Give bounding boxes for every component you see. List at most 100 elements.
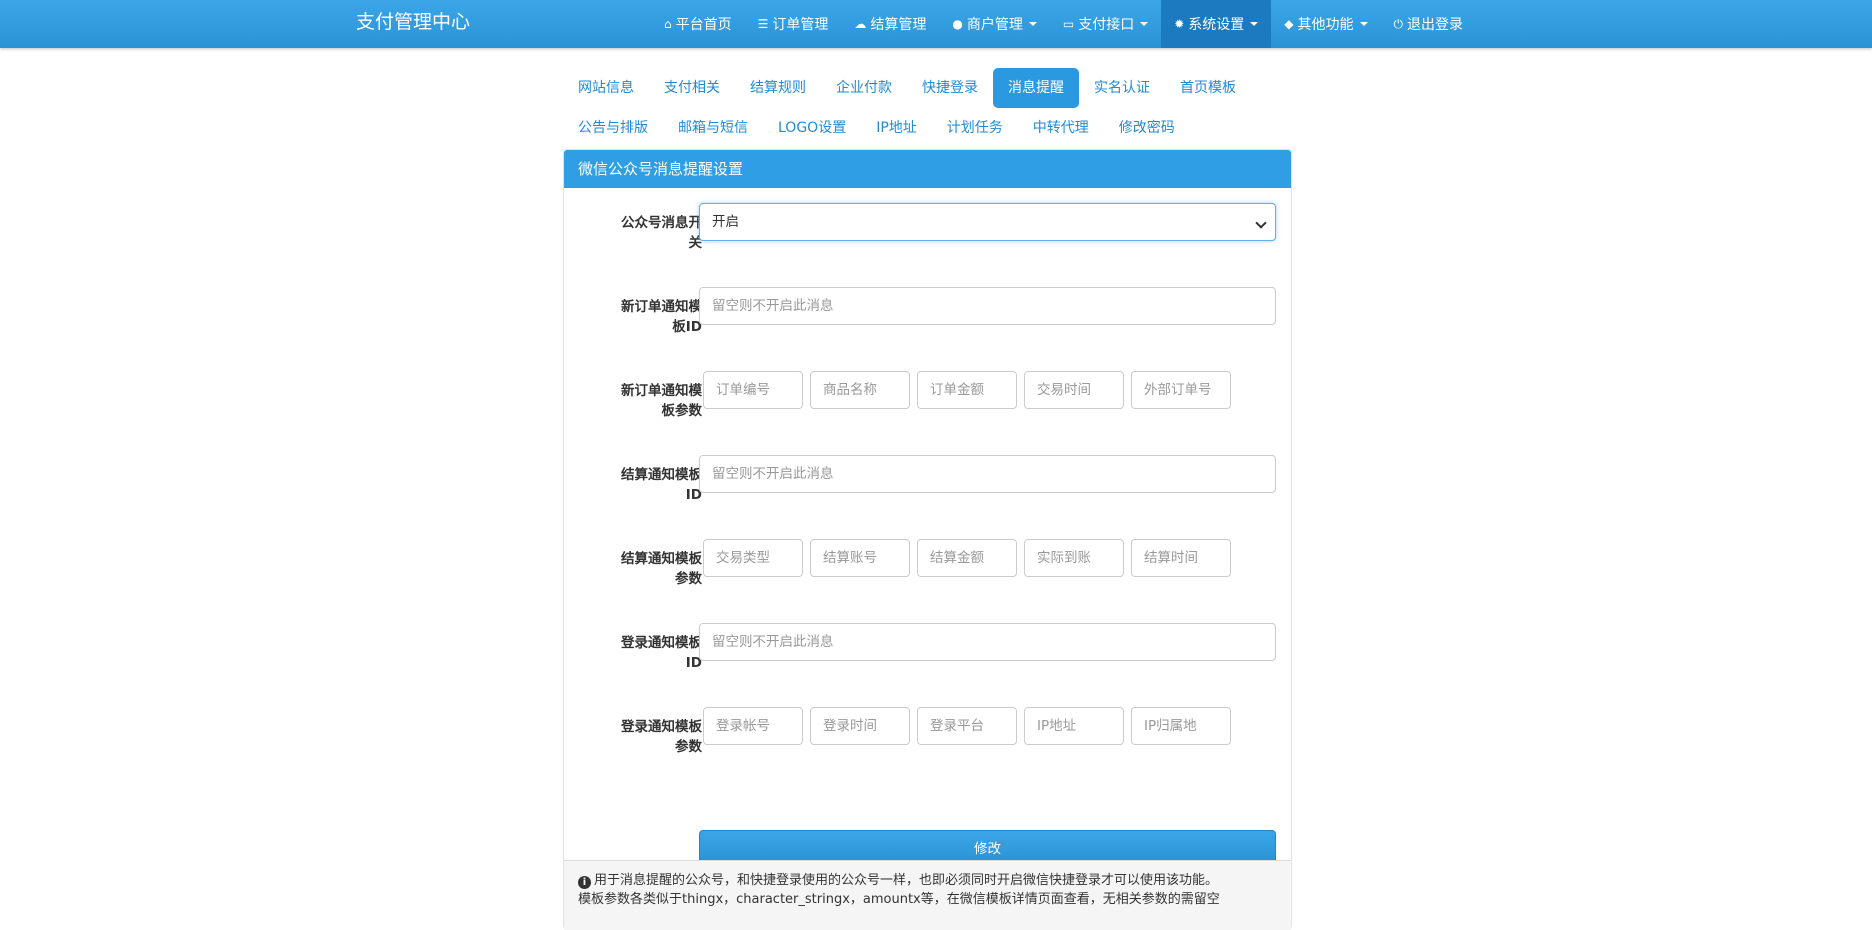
- order-param-input[interactable]: 交易时间: [1024, 371, 1124, 409]
- panel-title: 微信公众号消息提醒设置: [564, 150, 1291, 188]
- tab-payment[interactable]: 支付相关: [649, 68, 735, 108]
- caret-down-icon: [1140, 22, 1149, 26]
- login-tpl-label-line1: 登录通知模板: [621, 635, 702, 651]
- order-tpl-label-line1: 新订单通知模: [621, 299, 702, 315]
- login-param-input[interactable]: IP归属地: [1131, 707, 1231, 745]
- nav-logout[interactable]: ⏻ 退出登录: [1381, 0, 1477, 48]
- home-icon: ⌂: [664, 17, 672, 31]
- nav-payment-api-label: 支付接口: [1078, 17, 1135, 33]
- tab-message-reminder[interactable]: 消息提醒: [993, 68, 1079, 108]
- caret-down-icon: [1359, 22, 1368, 26]
- settle-param-input[interactable]: 结算金额: [917, 539, 1017, 577]
- login-params-label: 登录通知模板 参数: [572, 717, 702, 757]
- gear-icon: ✹: [1174, 17, 1185, 31]
- nav-orders-label: 订单管理: [772, 17, 829, 33]
- nav-logout-label: 退出登录: [1407, 17, 1464, 33]
- tab-email-sms[interactable]: 邮箱与短信: [663, 108, 763, 148]
- settings-tabs: 网站信息 支付相关 结算规则 企业付款 快捷登录 消息提醒 实名认证 首页模板 …: [563, 68, 1293, 148]
- help-note-line1: i 用于消息提醒的公众号，和快捷登录使用的公众号一样，也即必须同时开启微信快捷登录…: [578, 871, 1277, 890]
- notify-switch-select[interactable]: 开启: [699, 203, 1276, 241]
- cloud-icon: ☁: [854, 17, 867, 31]
- nav-other[interactable]: ◆ 其他功能: [1271, 0, 1380, 48]
- settle-param-input[interactable]: 交易类型: [703, 539, 803, 577]
- nav-payment-api[interactable]: ▭ 支付接口: [1050, 0, 1161, 48]
- tab-quick-login[interactable]: 快捷登录: [907, 68, 993, 108]
- login-param-input[interactable]: 登录时间: [810, 707, 910, 745]
- wechat-notify-panel: 微信公众号消息提醒设置 公众号消息开 关 开启 新订单通知模 板ID 留空则不开…: [563, 149, 1292, 930]
- order-param-input[interactable]: 外部订单号: [1131, 371, 1231, 409]
- login-params-label-line2: 参数: [675, 739, 702, 755]
- power-icon: ⏻: [1393, 17, 1404, 31]
- cube-icon: ◆: [1284, 17, 1294, 31]
- nav-system-settings[interactable]: ✹ 系统设置: [1161, 0, 1272, 48]
- login-tpl-input[interactable]: 留空则不开启此消息: [699, 623, 1276, 661]
- panel-body: 公众号消息开 关 开启 新订单通知模 板ID 留空则不开启此消息 新订单通知模 …: [564, 188, 1291, 878]
- switch-label: 公众号消息开 关: [572, 213, 702, 253]
- nav-settlement-label: 结算管理: [870, 17, 927, 33]
- login-tpl-label: 登录通知模板 ID: [572, 633, 702, 673]
- tab-logo[interactable]: LOGO设置: [763, 108, 861, 148]
- nav-other-label: 其他功能: [1297, 17, 1354, 33]
- tab-scheduled-tasks[interactable]: 计划任务: [932, 108, 1018, 148]
- settle-params-inputs: 交易类型 结算账号 结算金额 实际到账 结算时间: [703, 539, 1231, 577]
- caret-down-icon: [1028, 22, 1037, 26]
- help-note-text2: 模板参数各类似于thingx，character_stringx，amountx…: [578, 892, 1220, 907]
- settle-tpl-input[interactable]: 留空则不开启此消息: [699, 455, 1276, 493]
- settle-tpl-label: 结算通知模板 ID: [572, 465, 702, 505]
- settle-tpl-label-line2: ID: [685, 487, 702, 503]
- tab-real-name[interactable]: 实名认证: [1079, 68, 1165, 108]
- nav-merchants-label: 商户管理: [966, 17, 1023, 33]
- tab-announcement[interactable]: 公告与排版: [563, 108, 663, 148]
- order-param-input[interactable]: 商品名称: [810, 371, 910, 409]
- settle-params-label: 结算通知模板 参数: [572, 549, 702, 589]
- order-param-input[interactable]: 订单金额: [917, 371, 1017, 409]
- settle-param-input[interactable]: 结算账号: [810, 539, 910, 577]
- tab-proxy[interactable]: 中转代理: [1018, 108, 1104, 148]
- login-params-label-line1: 登录通知模板: [621, 719, 702, 735]
- main-nav: ⌂ 平台首页 ☰ 订单管理 ☁ 结算管理 ● 商户管理 ▭ 支付接口 ✹ 系统设…: [651, 0, 1476, 48]
- top-navbar: 支付管理中心 ⌂ 平台首页 ☰ 订单管理 ☁ 结算管理 ● 商户管理 ▭ 支付接…: [0, 0, 1872, 48]
- caret-down-icon: [1250, 22, 1259, 26]
- switch-label-line1: 公众号消息开: [621, 215, 702, 231]
- chevron-down-icon: [1255, 217, 1267, 229]
- list-icon: ☰: [757, 17, 769, 31]
- credit-card-icon: ▭: [1062, 17, 1075, 31]
- order-tpl-label-line2: 板ID: [672, 319, 702, 335]
- notify-switch-value: 开启: [712, 214, 739, 230]
- order-param-input[interactable]: 订单编号: [703, 371, 803, 409]
- switch-label-line2: 关: [688, 235, 703, 251]
- settle-param-input[interactable]: 实际到账: [1024, 539, 1124, 577]
- nav-settlement[interactable]: ☁ 结算管理: [841, 0, 939, 48]
- help-note-text1: 用于消息提醒的公众号，和快捷登录使用的公众号一样，也即必须同时开启微信快捷登录才…: [594, 873, 1219, 888]
- help-note: i 用于消息提醒的公众号，和快捷登录使用的公众号一样，也即必须同时开启微信快捷登录…: [564, 860, 1291, 930]
- login-param-input[interactable]: 登录平台: [917, 707, 1017, 745]
- settle-param-input[interactable]: 结算时间: [1131, 539, 1231, 577]
- nav-orders[interactable]: ☰ 订单管理: [745, 0, 842, 48]
- settle-params-label-line2: 参数: [675, 571, 702, 587]
- tab-home-template[interactable]: 首页模板: [1165, 68, 1251, 108]
- settle-tpl-label-line1: 结算通知模板: [621, 467, 702, 483]
- settle-params-label-line1: 结算通知模板: [621, 551, 702, 567]
- nav-merchants[interactable]: ● 商户管理: [939, 0, 1049, 48]
- order-params-label-line2: 板参数: [661, 403, 703, 419]
- login-param-input[interactable]: 登录帐号: [703, 707, 803, 745]
- nav-home[interactable]: ⌂ 平台首页: [651, 0, 745, 48]
- app-title[interactable]: 支付管理中心: [356, 0, 470, 48]
- order-tpl-label: 新订单通知模 板ID: [572, 297, 702, 337]
- nav-system-settings-label: 系统设置: [1188, 17, 1245, 33]
- order-params-label: 新订单通知模 板参数: [572, 381, 702, 421]
- tab-row-1: 网站信息 支付相关 结算规则 企业付款 快捷登录 消息提醒 实名认证 首页模板: [563, 68, 1293, 108]
- login-param-input[interactable]: IP地址: [1024, 707, 1124, 745]
- tab-settlement-rules[interactable]: 结算规则: [735, 68, 821, 108]
- tab-enterprise-payment[interactable]: 企业付款: [821, 68, 907, 108]
- tab-ip-address[interactable]: IP地址: [861, 108, 932, 148]
- login-params-inputs: 登录帐号 登录时间 登录平台 IP地址 IP归属地: [703, 707, 1231, 745]
- nav-home-label: 平台首页: [675, 17, 732, 33]
- login-tpl-label-line2: ID: [685, 655, 702, 671]
- tab-change-password[interactable]: 修改密码: [1104, 108, 1190, 148]
- tab-site-info[interactable]: 网站信息: [563, 68, 649, 108]
- order-tpl-input[interactable]: 留空则不开启此消息: [699, 287, 1276, 325]
- user-icon: ●: [952, 17, 963, 31]
- info-icon: i: [578, 876, 591, 889]
- order-params-inputs: 订单编号 商品名称 订单金额 交易时间 外部订单号: [703, 371, 1231, 409]
